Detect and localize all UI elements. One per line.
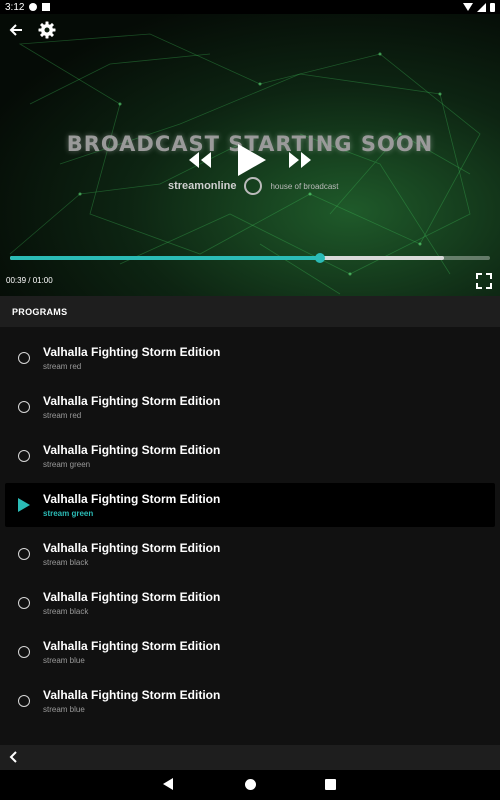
radio-icon (18, 695, 30, 707)
fast-forward-icon (289, 152, 311, 168)
wifi-icon (463, 3, 473, 11)
radio-icon (18, 548, 30, 560)
program-subtitle: stream blue (43, 656, 85, 665)
played-bar (10, 256, 320, 260)
seek-thumb[interactable] (314, 253, 325, 263)
sd-card-icon (42, 3, 51, 11)
programs-header: PROGRAMS (0, 296, 500, 327)
program-title: Valhalla Fighting Storm Edition (43, 639, 221, 653)
now-playing-icon (18, 498, 30, 512)
program-title: Valhalla Fighting Storm Edition (43, 688, 221, 702)
signal-icon (477, 2, 486, 12)
status-time: 3:12 (5, 1, 25, 13)
program-row[interactable]: Valhalla Fighting Storm Edition stream re… (5, 385, 495, 429)
app-notification-icon (29, 3, 38, 11)
chevron-left-icon (9, 751, 17, 763)
program-title: Valhalla Fighting Storm Edition (43, 541, 221, 555)
time-label: 00:39 / 01:00 (6, 276, 53, 285)
battery-icon (490, 2, 495, 12)
transport-controls (0, 140, 500, 184)
collapse-button[interactable] (5, 748, 23, 766)
program-row[interactable]: Valhalla Fighting Storm Edition stream bl… (5, 630, 495, 674)
program-subtitle: stream red (43, 362, 82, 371)
program-row[interactable]: Valhalla Fighting Storm Edition stream bl… (5, 581, 495, 625)
program-subtitle: stream blue (43, 705, 85, 714)
programs-list: Valhalla Fighting Storm Edition stream re… (0, 327, 500, 745)
bottom-panel (0, 745, 500, 770)
program-title: Valhalla Fighting Storm Edition (43, 492, 221, 506)
nav-home-icon[interactable] (245, 779, 256, 790)
status-bar: 3:12 (0, 0, 500, 14)
program-row[interactable]: Valhalla Fighting Storm Edition stream bl… (5, 532, 495, 576)
nav-back-icon[interactable] (163, 778, 173, 790)
system-nav-bar (0, 770, 500, 800)
play-button[interactable] (232, 142, 268, 178)
radio-icon (18, 450, 30, 462)
rewind-icon (189, 152, 211, 168)
gear-icon (38, 21, 56, 39)
radio-icon (18, 401, 30, 413)
radio-icon (18, 597, 30, 609)
program-subtitle: stream red (43, 411, 82, 420)
program-row[interactable]: Valhalla Fighting Storm Edition stream bl… (5, 679, 495, 723)
fullscreen-icon (476, 273, 492, 289)
play-icon (238, 144, 266, 176)
program-row[interactable]: Valhalla Fighting Storm Edition stream gr… (5, 483, 495, 527)
fast-forward-button[interactable] (287, 149, 313, 171)
nav-recents-icon[interactable] (325, 779, 336, 790)
fullscreen-button[interactable] (475, 272, 493, 290)
back-button[interactable] (5, 19, 27, 41)
program-row[interactable]: Valhalla Fighting Storm Edition stream gr… (5, 434, 495, 478)
radio-icon (18, 352, 30, 364)
seek-bar[interactable] (10, 253, 490, 263)
program-subtitle: stream green (43, 460, 91, 469)
program-row[interactable]: Valhalla Fighting Storm Edition stream re… (5, 336, 495, 380)
program-title: Valhalla Fighting Storm Edition (43, 443, 221, 457)
settings-button[interactable] (36, 19, 58, 41)
rewind-button[interactable] (187, 149, 213, 171)
radio-icon (18, 646, 30, 658)
program-title: Valhalla Fighting Storm Edition (43, 394, 221, 408)
player-top-controls (0, 14, 500, 46)
program-subtitle: stream black (43, 607, 89, 616)
program-title: Valhalla Fighting Storm Edition (43, 590, 221, 604)
program-subtitle: stream green (43, 509, 94, 518)
program-title: Valhalla Fighting Storm Edition (43, 345, 221, 359)
arrow-left-icon (9, 24, 22, 36)
program-subtitle: stream black (43, 558, 89, 567)
video-player[interactable]: BROADCAST STARTING SOON streamonline hou… (0, 14, 500, 296)
